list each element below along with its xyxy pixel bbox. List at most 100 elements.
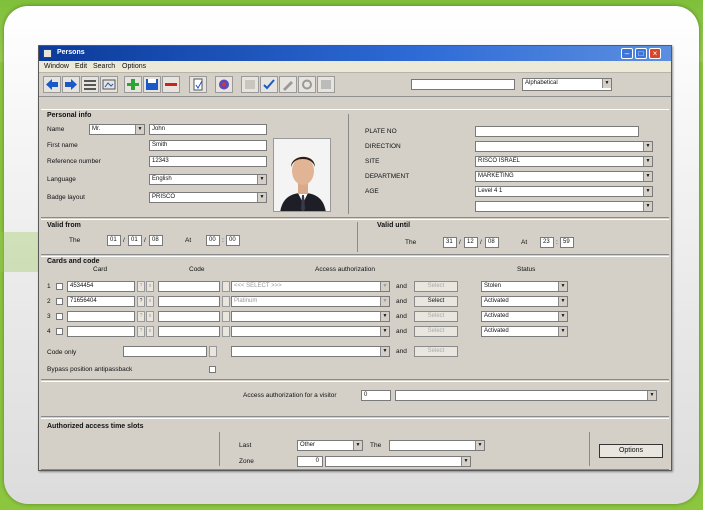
menu-search[interactable]: Search [93, 63, 115, 70]
card-field[interactable]: 71656404 [67, 296, 135, 307]
menu-edit[interactable]: Edit [75, 63, 87, 70]
status-select[interactable]: Stolen ▼ [481, 281, 568, 292]
code-only-button[interactable] [209, 346, 217, 357]
code-button[interactable] [222, 326, 230, 337]
help-icon[interactable]: ? [137, 326, 145, 337]
card-field[interactable]: 4534454 [67, 281, 135, 292]
print-icon[interactable] [215, 76, 233, 93]
row-checkbox[interactable] [56, 298, 63, 305]
first-name-field[interactable]: Smith [149, 140, 267, 151]
maximize-icon[interactable]: □ [635, 48, 647, 59]
select-button[interactable]: Select [414, 326, 458, 337]
code-field[interactable] [158, 326, 220, 337]
visitor-field[interactable]: 0 [361, 390, 391, 401]
valid-from-day[interactable]: 01 [107, 235, 121, 246]
menu-options[interactable]: Options [122, 63, 146, 70]
valid-from-hour[interactable]: 00 [206, 235, 220, 246]
back-arrow-icon[interactable] [43, 76, 61, 93]
site-label: SITE [365, 158, 380, 165]
badge-layout-select[interactable]: PRISCO ▼ [149, 192, 267, 203]
row-checkbox[interactable] [56, 283, 63, 290]
checklist-icon[interactable] [260, 76, 278, 93]
close-icon[interactable]: × [649, 48, 661, 59]
bypass-checkbox[interactable] [209, 366, 216, 373]
code-only-label: Code only [47, 349, 77, 356]
view-icon[interactable] [100, 76, 118, 93]
plate-field[interactable] [475, 126, 639, 137]
save-icon[interactable] [143, 76, 161, 93]
code-field[interactable] [158, 281, 220, 292]
select-button[interactable]: Select [414, 281, 458, 292]
valid-from-month[interactable]: 01 [128, 235, 142, 246]
the-select[interactable]: ▼ [389, 440, 485, 451]
status-select[interactable]: Activated ▼ [481, 296, 568, 307]
row-number: 3 [47, 313, 51, 320]
access-select[interactable]: <<< SELECT >>> ▼ [231, 281, 390, 292]
access-select[interactable]: ▼ [231, 311, 390, 322]
select-button[interactable]: Select [414, 346, 458, 357]
card-field[interactable] [67, 326, 135, 337]
extra-select[interactable]: ▼ [475, 201, 653, 212]
row-checkbox[interactable] [56, 313, 63, 320]
list-icon[interactable] [81, 76, 99, 93]
visitor-select[interactable]: ▼ [395, 390, 657, 401]
report-icon[interactable] [189, 76, 207, 93]
status-select[interactable]: Activated ▼ [481, 326, 568, 337]
code-button[interactable] [222, 281, 230, 292]
options-button[interactable]: Options [599, 444, 663, 458]
sort-select[interactable]: Alphabetical ▼ [522, 78, 612, 91]
tools-icon[interactable] [298, 76, 316, 93]
code-only-access-select[interactable]: ▼ [231, 346, 390, 357]
zone-select[interactable]: ▼ [325, 456, 471, 467]
status-select[interactable]: Activated ▼ [481, 311, 568, 322]
reference-field[interactable]: 12343 [149, 156, 267, 167]
clear-icon[interactable]: x [146, 296, 154, 307]
site-select[interactable]: RISCO ISRAEL ▼ [475, 156, 653, 167]
clear-icon[interactable]: x [146, 326, 154, 337]
access-select[interactable]: ▼ [231, 326, 390, 337]
direction-select[interactable]: ▼ [475, 141, 653, 152]
add-icon[interactable] [124, 76, 142, 93]
clear-icon[interactable]: x [146, 311, 154, 322]
zone-field[interactable]: 0 [297, 456, 323, 467]
valid-from-minute[interactable]: 00 [226, 235, 240, 246]
card-field[interactable] [67, 311, 135, 322]
code-field[interactable] [158, 311, 220, 322]
edit-icon[interactable] [279, 76, 297, 93]
department-select[interactable]: MARKETING ▼ [475, 171, 653, 182]
chevron-down-icon: ▼ [380, 282, 389, 291]
access-select[interactable]: Platinum ▼ [231, 296, 390, 307]
title-bar[interactable]: Persons – □ × [39, 46, 671, 61]
blank-icon[interactable] [241, 76, 259, 93]
name-field[interactable]: John [149, 124, 267, 135]
menu-window[interactable]: Window [44, 63, 69, 70]
forward-arrow-icon[interactable] [62, 76, 80, 93]
code-field[interactable] [158, 296, 220, 307]
valid-until-day[interactable]: 31 [443, 237, 457, 248]
code-only-field[interactable] [123, 346, 207, 357]
minimize-icon[interactable]: – [621, 48, 633, 59]
and-label: and [396, 328, 407, 335]
row-checkbox[interactable] [56, 328, 63, 335]
valid-until-year[interactable]: 08 [485, 237, 499, 248]
select-button[interactable]: Select [414, 311, 458, 322]
select-button[interactable]: Select [414, 296, 458, 307]
valid-from-year[interactable]: 08 [149, 235, 163, 246]
grid-icon[interactable] [317, 76, 335, 93]
delete-icon[interactable] [162, 76, 180, 93]
chevron-down-icon: ▼ [257, 193, 266, 202]
language-select[interactable]: English ▼ [149, 174, 267, 185]
person-photo [273, 138, 331, 212]
title-select[interactable]: Mr. ▼ [89, 124, 145, 135]
help-icon[interactable]: ? [137, 296, 145, 307]
help-icon[interactable]: ? [137, 311, 145, 322]
valid-until-hour[interactable]: 23 [540, 237, 554, 248]
valid-until-month[interactable]: 12 [464, 237, 478, 248]
help-icon[interactable]: ? [137, 281, 145, 292]
clear-icon[interactable]: x [146, 281, 154, 292]
valid-until-minute[interactable]: 59 [560, 237, 574, 248]
last-select[interactable]: Other ▼ [297, 440, 363, 451]
code-button[interactable] [222, 311, 230, 322]
age-select[interactable]: Level 4 1 ▼ [475, 186, 653, 197]
code-button[interactable] [222, 296, 230, 307]
